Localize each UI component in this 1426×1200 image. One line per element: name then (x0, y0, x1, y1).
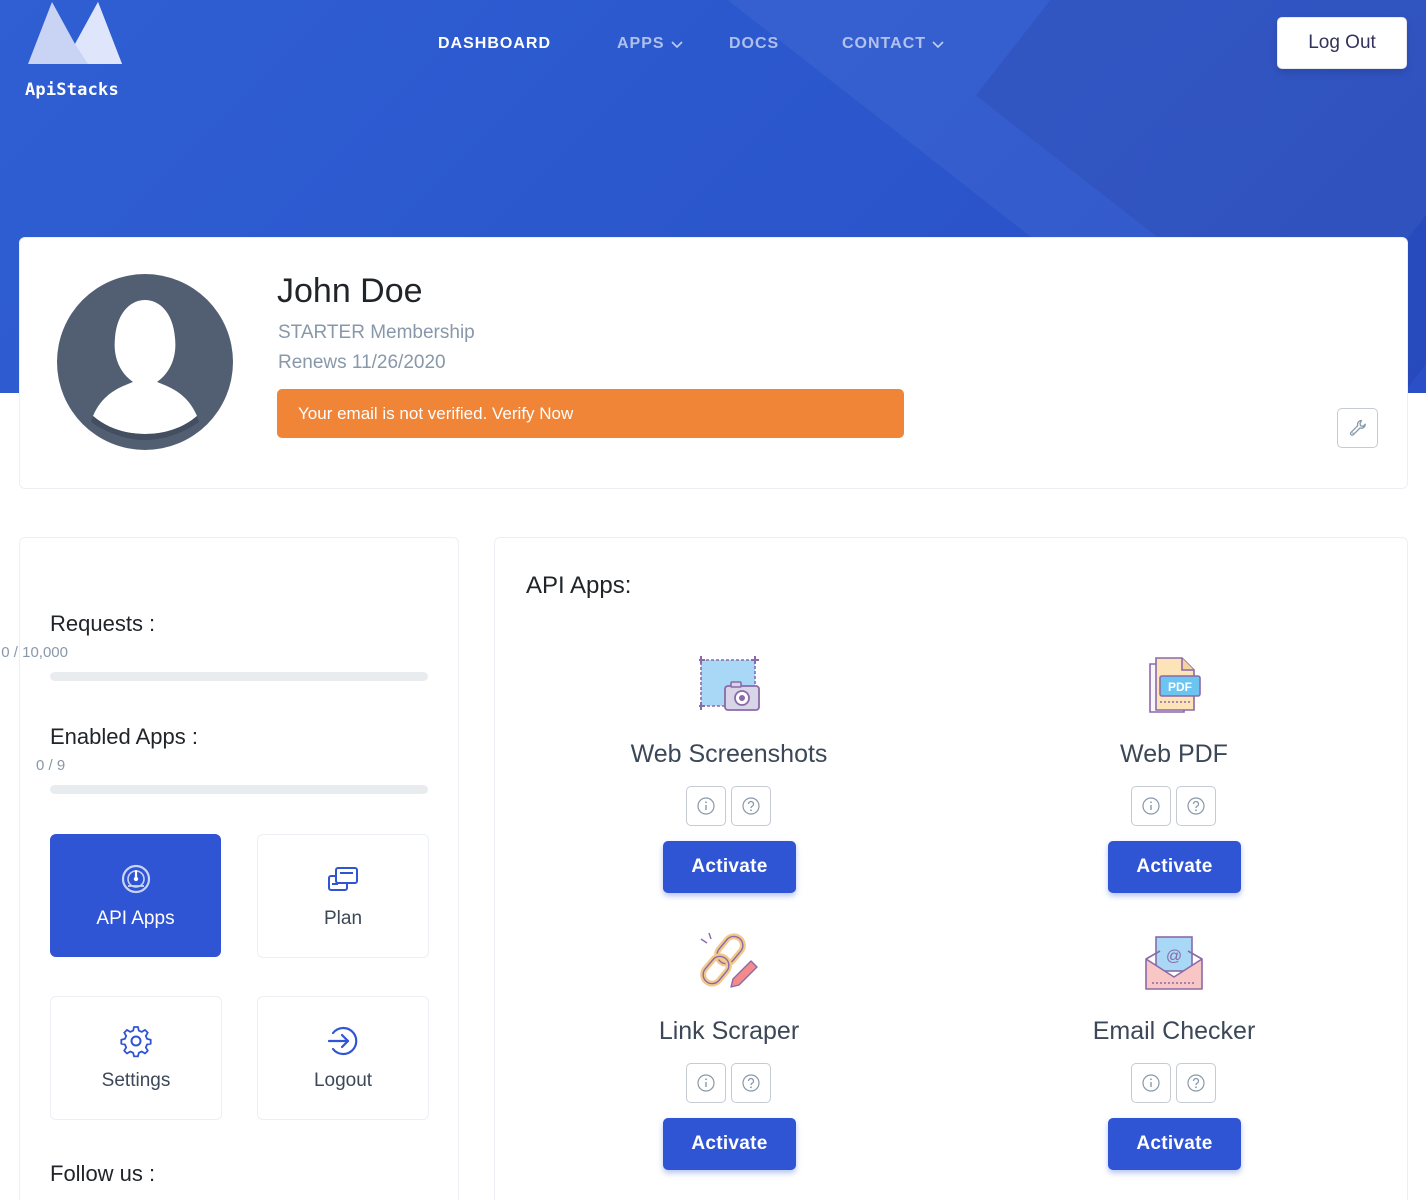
chevron-down-icon (932, 41, 944, 49)
screenshot-camera-icon (699, 656, 760, 711)
logout-button[interactable]: Log Out (1277, 17, 1407, 69)
app-card-link-scraper: Link Scraper Activate (579, 931, 879, 1191)
app-card-email-checker: @ Email Checker Activate (1024, 931, 1324, 1191)
app-card-web-pdf: PDF Web PDF Activate (1024, 654, 1324, 914)
follow-us-label: Follow us : (50, 1161, 156, 1186)
info-icon (1142, 1074, 1160, 1092)
membership-tier: STARTER Membership (278, 322, 475, 343)
chevron-down-icon (671, 41, 683, 49)
pdf-document-icon: PDF (1149, 657, 1201, 713)
app-help-button[interactable] (731, 786, 771, 826)
requests-label: Requests : (50, 611, 156, 636)
nav-contact[interactable]: CONTACT (842, 35, 944, 53)
help-question-icon (742, 1074, 760, 1092)
tile-plan[interactable]: Plan (257, 834, 429, 958)
activate-button[interactable]: Activate (663, 1118, 796, 1170)
gear-icon (120, 1026, 152, 1058)
plan-cards-icon (328, 867, 358, 891)
brand-logo[interactable]: ApiStacks (22, 0, 126, 100)
enabled-apps-label: Enabled Apps : (50, 724, 199, 749)
profile-card: John Doe STARTER Membership Renews 11/26… (19, 237, 1408, 489)
wrench-icon (1349, 419, 1366, 436)
app-help-button[interactable] (731, 1063, 771, 1103)
avatar (57, 274, 233, 450)
activate-button[interactable]: Activate (663, 841, 796, 893)
mountain-logo-icon (28, 2, 122, 64)
api-apps-panel: API Apps: Web Screenshots Activate PDF W… (494, 537, 1408, 1200)
app-help-button[interactable] (1176, 786, 1216, 826)
activate-button[interactable]: Activate (1108, 1118, 1241, 1170)
app-info-button[interactable] (686, 1063, 726, 1103)
app-info-button[interactable] (686, 786, 726, 826)
app-card-web-screenshots: Web Screenshots Activate (579, 654, 879, 914)
svg-text:@: @ (1166, 948, 1182, 965)
app-info-button[interactable] (1131, 1063, 1171, 1103)
enabled-apps-progress-bar (50, 785, 428, 794)
app-name: Email Checker (1092, 1017, 1256, 1045)
svg-text:PDF: PDF (1168, 680, 1192, 694)
nav-apps[interactable]: APPS (617, 35, 683, 53)
user-name: John Doe (277, 272, 423, 310)
help-question-icon (742, 797, 760, 815)
tile-settings[interactable]: Settings (50, 996, 222, 1120)
app-info-button[interactable] (1131, 786, 1171, 826)
dashboard-gauge-icon (121, 864, 150, 893)
tile-label: Plan (323, 908, 363, 929)
nav-docs[interactable]: DOCS (729, 35, 779, 53)
app-name: Web PDF (1120, 740, 1228, 768)
requests-progress-bar (50, 672, 428, 681)
tile-label: API Apps (96, 907, 175, 929)
requests-count: 0 / 10,000 (1, 644, 68, 661)
app-name: Link Scraper (658, 1017, 800, 1045)
help-question-icon (1187, 797, 1205, 815)
brand-name: ApiStacks (25, 80, 119, 100)
activate-button[interactable]: Activate (1108, 841, 1241, 893)
email-verify-alert[interactable]: Your email is not verified. Verify Now (277, 389, 904, 438)
logout-icon (327, 1026, 358, 1056)
tile-label: Logout (313, 1070, 373, 1091)
app-name: Web Screenshots (630, 740, 828, 768)
nav-dashboard[interactable]: DASHBOARD (438, 35, 551, 53)
account-sidebar: Requests : 0 / 10,000 Enabled Apps : 0 /… (1, 537, 459, 1200)
tile-label: Settings (101, 1070, 171, 1091)
renewal-date: Renews 11/26/2020 (278, 352, 446, 373)
edit-profile-button[interactable] (1337, 408, 1378, 448)
email-envelope-icon: @ (1145, 936, 1203, 990)
info-icon (697, 1074, 715, 1092)
enabled-apps-count: 0 / 9 (36, 757, 66, 774)
tile-logout[interactable]: Logout (257, 996, 429, 1120)
info-icon (1142, 797, 1160, 815)
app-help-button[interactable] (1176, 1063, 1216, 1103)
chain-link-pencil-icon (700, 932, 758, 988)
info-icon (697, 797, 715, 815)
apps-title: API Apps: (526, 572, 632, 599)
tile-api-apps[interactable]: API Apps (50, 834, 221, 957)
help-question-icon (1187, 1074, 1205, 1092)
